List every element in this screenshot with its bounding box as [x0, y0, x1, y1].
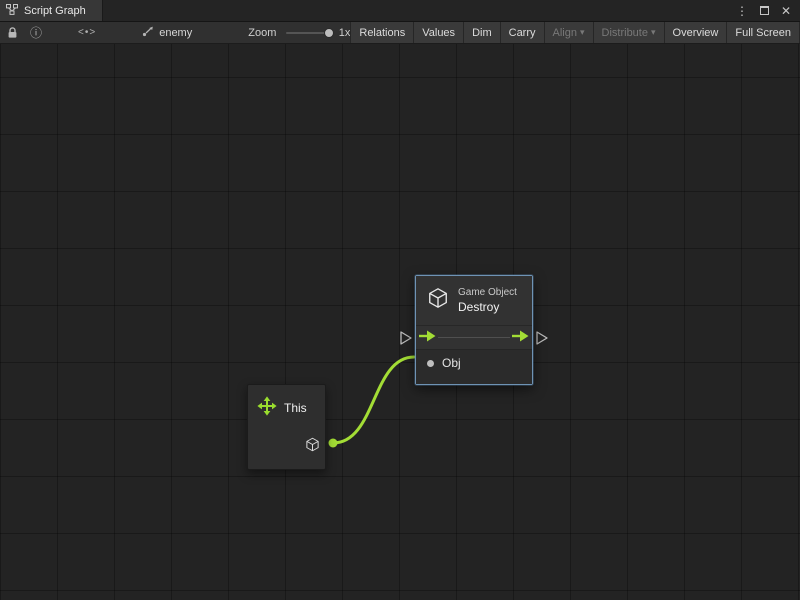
- flow-ports-row: [416, 326, 532, 350]
- graph-name-label: enemy: [159, 27, 192, 39]
- titlebar-spacer: [103, 0, 736, 21]
- align-button[interactable]: Align ▾: [544, 22, 593, 43]
- destroy-node-body: Obj: [416, 350, 532, 384]
- obj-port-label: Obj: [442, 356, 461, 370]
- full-screen-button[interactable]: Full Screen: [726, 22, 800, 43]
- kebab-menu-icon[interactable]: ⋮: [736, 5, 748, 17]
- titlebar: Script Graph ⋮ ✕: [0, 0, 800, 22]
- destroy-node-titles: Game Object Destroy: [458, 287, 517, 314]
- tab-script-graph[interactable]: Script Graph: [0, 0, 103, 21]
- this-node-header: This: [248, 385, 325, 431]
- align-button-label: Align: [553, 27, 577, 39]
- toolbar-button-group: Relations Values Dim Carry Align ▾ Distr…: [350, 22, 800, 43]
- graph-tab-icon: [6, 4, 18, 18]
- flow-in-arrow-icon[interactable]: [419, 329, 436, 347]
- chevron-down-icon: ▾: [651, 28, 656, 37]
- flow-output-triangle-icon[interactable]: [537, 332, 547, 344]
- flow-input-triangle-icon[interactable]: [401, 332, 411, 344]
- obj-port-dot[interactable]: [427, 360, 434, 367]
- flow-out-arrow-icon[interactable]: [512, 329, 529, 347]
- node-title: This: [284, 401, 307, 415]
- tab-title: Script Graph: [24, 5, 86, 17]
- node-this[interactable]: This: [247, 384, 326, 470]
- lock-icon[interactable]: [7, 22, 18, 43]
- chevron-down-icon: ▾: [580, 28, 585, 37]
- graph-breadcrumb[interactable]: enemy: [142, 22, 192, 43]
- cube-icon: [427, 287, 449, 314]
- maximize-icon[interactable]: [760, 6, 769, 15]
- dim-button[interactable]: Dim: [463, 22, 500, 43]
- values-button[interactable]: Values: [413, 22, 463, 43]
- graph-toolbar: ⓘ <•> enemy Zoom 1x Relations Values Dim…: [0, 22, 800, 44]
- graph-canvas[interactable]: This Game Object Destroy: [0, 44, 800, 600]
- carry-button[interactable]: Carry: [500, 22, 544, 43]
- zoom-slider[interactable]: [286, 32, 329, 34]
- inspector-toggle-icon[interactable]: <•>: [78, 22, 96, 43]
- window-controls: ⋮ ✕: [736, 0, 800, 21]
- this-output-port-dot[interactable]: [329, 439, 338, 448]
- node-destroy[interactable]: Game Object Destroy: [415, 275, 533, 385]
- node-title: Destroy: [458, 300, 517, 314]
- overview-button[interactable]: Overview: [664, 22, 727, 43]
- node-category: Game Object: [458, 287, 517, 298]
- relations-button[interactable]: Relations: [350, 22, 413, 43]
- script-graph-window: Script Graph ⋮ ✕ ⓘ <•> e: [0, 0, 800, 600]
- zoom-value: 1x: [339, 22, 351, 43]
- connection-wire[interactable]: [333, 357, 414, 443]
- game-object-output-port-icon[interactable]: [305, 437, 320, 457]
- destroy-node-header: Game Object Destroy: [416, 276, 532, 326]
- distribute-button[interactable]: Distribute ▾: [593, 22, 664, 43]
- move-arrows-icon: [257, 396, 277, 421]
- wire-overlay: [0, 44, 800, 600]
- distribute-button-label: Distribute: [602, 27, 648, 39]
- relation-line: [438, 337, 510, 338]
- close-icon[interactable]: ✕: [781, 5, 791, 17]
- obj-port-row: Obj: [427, 353, 532, 373]
- zoom-label: Zoom: [248, 22, 276, 43]
- graph-asset-icon: [142, 26, 154, 40]
- zoom-slider-knob[interactable]: [324, 28, 334, 38]
- info-icon[interactable]: ⓘ: [30, 22, 42, 43]
